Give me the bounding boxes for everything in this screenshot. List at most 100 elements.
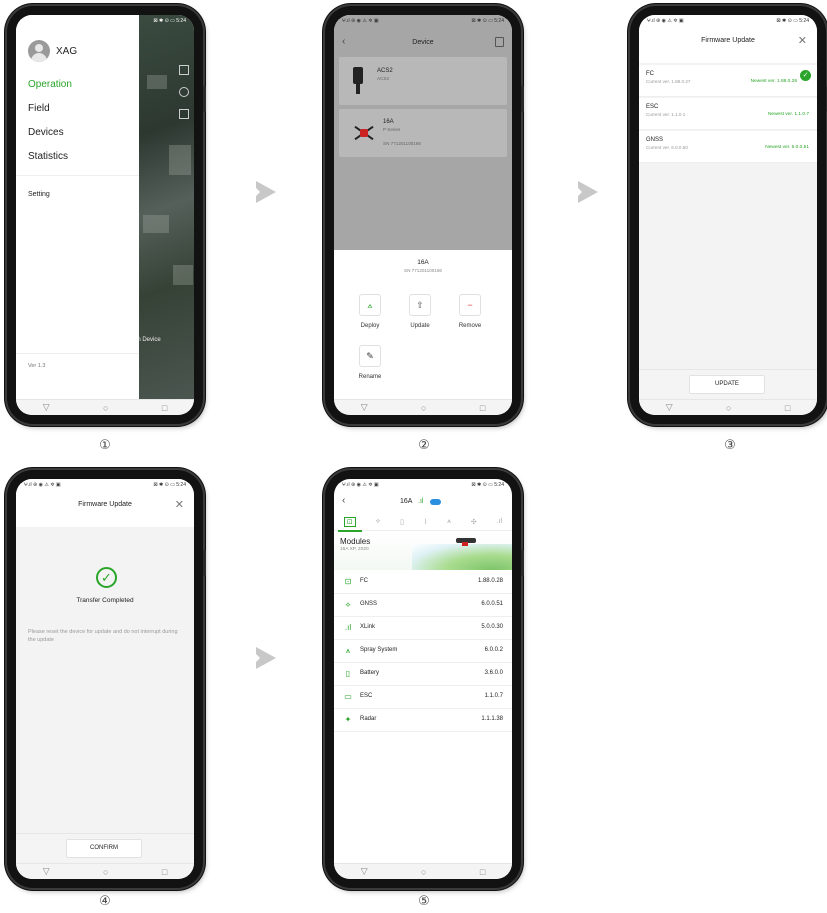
firmware-row-gnss[interactable]: GNSS Current ver. 6.0.0.50 Newest ver. 6… (639, 131, 817, 163)
update-button[interactable]: ⇧ Update (400, 294, 440, 329)
device-sn: SN 771201100166 (383, 141, 421, 146)
tab-drone-icon[interactable]: ✣ (471, 518, 477, 526)
tab-spray-icon[interactable]: ⩚ (447, 518, 451, 526)
nav-bar: ▽ ○ □ (334, 399, 512, 415)
xlink-icon: .ıl (344, 623, 352, 632)
firmware-row-esc[interactable]: ESC Current ver. 1.1.0.1 Newest ver. 1.1… (639, 98, 817, 130)
drone-icon (349, 122, 379, 144)
device-model: P Series (383, 127, 401, 132)
status-message: Transfer Completed (76, 597, 134, 604)
nav-home-icon[interactable]: ○ (421, 867, 426, 877)
modules-heading: Modules (340, 537, 371, 546)
device-title: 16A (400, 498, 413, 505)
menu-item-operation[interactable]: Operation (28, 79, 72, 90)
module-row-battery[interactable]: ▯ Battery 3.6.0.0 (334, 663, 512, 686)
menu-item-setting[interactable]: Setting (28, 191, 50, 198)
battery-icon: ▯ (345, 669, 351, 678)
update-button[interactable]: UPDATE (689, 375, 765, 394)
radar-icon: ✦ (344, 715, 352, 724)
nav-home-icon[interactable]: ○ (103, 867, 108, 877)
sheet-device-sn: SN 771201100166 (404, 268, 442, 273)
side-drawer: XAG Operation Field Devices Statistics S… (16, 15, 139, 399)
nav-back-icon[interactable]: ▽ (43, 402, 50, 413)
module-row-fc[interactable]: ⊡ FC 1.88.0.28 (334, 571, 512, 594)
device-action-sheet: 16A SN 771201100166 ⟑ Deploy ⇧ Update − … (334, 250, 512, 399)
screen-4: ⵖ.ıl ⊛ ◉ ⚠ ✲ ▣ ⊠ ✱ ⊙ ▭ 5:24 Firmware Upd… (16, 479, 194, 879)
phone-5: ⵖ.ıl ⊛ ◉ ⚠ ✲ ▣ ⊠ ✱ ⊙ ▭ 5:24 ‹ 16A .ıl ⊡ … (325, 470, 524, 888)
module-row-xlink[interactable]: .ıl XLink 5.0.0.30 (334, 617, 512, 640)
divider (16, 175, 139, 176)
ruler-icon[interactable] (179, 109, 189, 119)
page-title: Firmware Update (78, 501, 132, 508)
tab-xlink-icon[interactable]: .ıl (497, 518, 502, 525)
step-label-5: ⑤ (418, 893, 430, 908)
upload-icon: ⇧ (409, 294, 431, 316)
esc-icon: ▭ (344, 692, 352, 701)
menu-item-devices[interactable]: Devices (28, 127, 64, 138)
minus-icon: − (459, 294, 481, 316)
module-row-radar[interactable]: ✦ Radar 1.1.1.38 (334, 709, 512, 732)
locate-icon[interactable] (179, 87, 189, 97)
nav-bar: ▽ ○ □ (334, 863, 512, 879)
version-label: Ver 1.3 (28, 363, 46, 369)
divider (16, 353, 139, 354)
menu-item-field[interactable]: Field (28, 103, 50, 114)
nav-bar: ▽ ○ □ (639, 399, 817, 415)
remove-button[interactable]: − Remove (450, 294, 490, 329)
nav-home-icon[interactable]: ○ (103, 403, 108, 413)
success-check-icon: ✓ (96, 567, 117, 588)
spray-icon: ⩚ (345, 646, 351, 655)
nav-home-icon[interactable]: ○ (421, 403, 426, 413)
list-icon[interactable] (495, 37, 504, 47)
nav-recent-icon[interactable]: □ (480, 867, 485, 877)
tab-gnss-icon[interactable]: ⟡ (376, 518, 381, 526)
modules-subheading: 16A XP, 2020 (340, 547, 369, 552)
phone-3: ⵖ.ıl ⊛ ◉ ⚠ ✲ ▣ ⊠ ✱ ⊙ ▭ 5:24 Firmware Upd… (630, 6, 827, 424)
layer-icon[interactable] (179, 65, 189, 75)
nav-back-icon[interactable]: ▽ (361, 402, 368, 413)
nav-back-icon[interactable]: ▽ (666, 402, 673, 413)
nav-recent-icon[interactable]: □ (162, 403, 167, 413)
status-bar: ⵖ.ıl ⊛ ◉ ⚠ ✲ ▣ ⊠ ✱ ⊙ ▭ 5:24 (16, 479, 194, 491)
instruction-text: Please reset the device for update and d… (28, 629, 178, 643)
screen-3: ⵖ.ıl ⊛ ◉ ⚠ ✲ ▣ ⊠ ✱ ⊙ ▭ 5:24 Firmware Upd… (639, 15, 817, 415)
status-bar: ⵖ.ıl ⊛ ◉ ⚠ ✲ ▣ ⊠ ✱ ⊙ ▭ 5:24 (639, 15, 817, 27)
nav-bar: ▽ ○ □ (16, 863, 194, 879)
avatar[interactable] (28, 40, 50, 62)
map-view[interactable]: in Device (136, 15, 194, 399)
deploy-button[interactable]: ⟑ Deploy (350, 294, 390, 329)
nav-back-icon[interactable]: ▽ (361, 866, 368, 877)
phone-2: ⵖ.ıl ⊛ ◉ ⚠ ✲ ▣ ⊠ ✱ ⊙ ▭ 5:24 ‹ Device ACS… (325, 6, 524, 424)
step-label-1: ① (99, 437, 111, 452)
phone-1: ⵖ.ıl ⊛ ◉ ⚠ ✲ ▣ ⊠ ✱ ⊙ ▭ 5:24 in Device XA… (7, 6, 206, 424)
firmware-row-fc[interactable]: FC Current ver. 1.88.0.27 Newest ver. 1.… (639, 65, 817, 97)
step-label-3: ③ (724, 437, 736, 452)
close-icon[interactable]: ✕ (798, 34, 807, 47)
device-card-16a[interactable]: 16A P Series SN 771201100166 (339, 109, 507, 157)
nav-home-icon[interactable]: ○ (726, 403, 731, 413)
back-icon[interactable]: ‹ (342, 495, 345, 506)
nav-back-icon[interactable]: ▽ (43, 866, 50, 877)
device-model: ACS2 (377, 76, 390, 81)
device-card-acs2[interactable]: ACS2 ACS2 (339, 57, 507, 105)
nav-recent-icon[interactable]: □ (480, 403, 485, 413)
modules-banner: Modules 16A XP, 2020 (334, 532, 512, 570)
tab-radar-icon[interactable]: ⌇ (424, 518, 427, 526)
close-icon[interactable]: ✕ (175, 498, 184, 511)
module-row-esc[interactable]: ▭ ESC 1.1.0.7 (334, 686, 512, 709)
module-row-gnss[interactable]: ⟡ GNSS 6.0.0.51 (334, 594, 512, 617)
check-icon: ✓ (800, 70, 811, 81)
screen-2: ⵖ.ıl ⊛ ◉ ⚠ ✲ ▣ ⊠ ✱ ⊙ ▭ 5:24 ‹ Device ACS… (334, 15, 512, 415)
step-label-4: ④ (99, 893, 111, 908)
screen-1: ⵖ.ıl ⊛ ◉ ⚠ ✲ ▣ ⊠ ✱ ⊙ ▭ 5:24 in Device XA… (16, 15, 194, 415)
nav-recent-icon[interactable]: □ (785, 403, 790, 413)
nav-bar: ▽ ○ □ (16, 399, 194, 415)
module-row-spray[interactable]: ⩚ Spray System 6.0.0.2 (334, 640, 512, 663)
step-label-2: ② (418, 437, 430, 452)
confirm-button[interactable]: CONFIRM (66, 839, 142, 858)
tab-fc-icon[interactable]: ⊡ (343, 516, 356, 527)
rename-button[interactable]: ✎ Rename (350, 345, 390, 380)
nav-recent-icon[interactable]: □ (162, 867, 167, 877)
menu-item-statistics[interactable]: Statistics (28, 151, 68, 162)
tab-battery-icon[interactable]: ▯ (400, 518, 404, 526)
